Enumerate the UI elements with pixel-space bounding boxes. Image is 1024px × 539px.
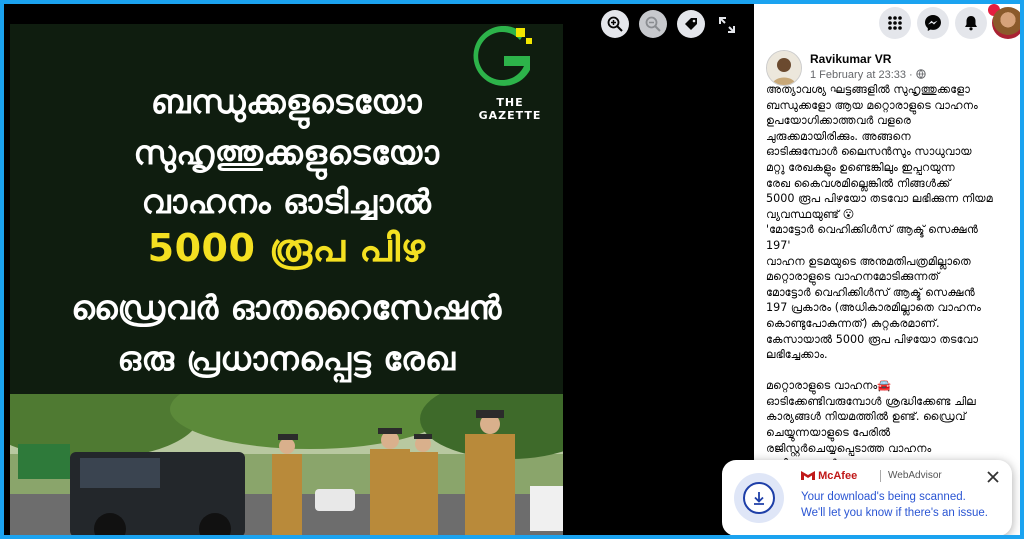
author-name[interactable]: Ravikumar VR xyxy=(810,52,891,66)
top-navigation xyxy=(754,4,1020,40)
mcafee-download-toast[interactable]: McAfee WebAdvisor Your download's being … xyxy=(722,460,1012,535)
post-image[interactable]: ബന്ധുക്കളുടെയോ സുഹൃത്തുക്കളുടെയോ വാഹനം ഓ… xyxy=(10,24,563,535)
image-headline-panel: ബന്ധുക്കളുടെയോ സുഹൃത്തുക്കളുടെയോ വാഹനം ഓ… xyxy=(10,24,563,394)
gazette-g-icon xyxy=(473,26,532,86)
tag-icon xyxy=(685,18,697,30)
author-avatar[interactable] xyxy=(766,50,802,86)
post-timestamp[interactable]: 1 February at 23:33 · xyxy=(810,69,926,81)
close-icon[interactable] xyxy=(985,469,1001,485)
headline-line-6: ഒരു പ്രധാനപ്പെട്ട രേഖ xyxy=(117,339,456,378)
download-icon xyxy=(743,482,775,514)
mcafee-brand: McAfee xyxy=(801,469,857,482)
bell-icon xyxy=(965,16,977,31)
zoom-out-button[interactable] xyxy=(639,10,667,38)
account-avatar[interactable] xyxy=(992,7,1020,39)
post-paragraph-1: അത്യാവശ്യ ഘട്ടങ്ങളിൽ സുഹൃത്തുക്കളോ ബന്ധു… xyxy=(766,83,993,362)
messenger-icon xyxy=(925,15,941,31)
post-time-text: 1 February at 23:33 · xyxy=(810,69,916,81)
mcafee-logo-icon xyxy=(801,471,815,480)
toast-message-2: We'll let you know if there's an issue. xyxy=(801,507,988,519)
headline-line-5: ഡ്രൈവർ ഓതറൈസേഷൻ xyxy=(71,288,502,327)
headline-line-3: വാഹനം ഓടിച്ചാൽ xyxy=(141,182,432,221)
menu-grid-icon xyxy=(888,16,902,30)
zoom-in-button[interactable] xyxy=(601,10,629,38)
download-arrow-icon xyxy=(754,492,764,505)
zoom-out-icon xyxy=(645,16,661,32)
notifications-button[interactable] xyxy=(955,7,987,39)
toast-product-name: WebAdvisor xyxy=(888,470,942,481)
mcafee-brand-text: McAfee xyxy=(818,470,858,482)
zoom-in-icon xyxy=(607,16,623,32)
street-photo xyxy=(10,394,563,535)
globe-icon xyxy=(916,69,926,79)
toast-message-1: Your download's being scanned. xyxy=(801,491,966,503)
post-side-panel: Ravikumar VR 1 February at 23:33 · അത്യാ… xyxy=(754,4,1020,535)
download-scan-badge xyxy=(734,473,784,523)
headline-line-2: സുഹൃത്തുക്കളുടെയോ xyxy=(133,133,440,172)
messenger-button[interactable] xyxy=(917,7,949,39)
photo-viewer: ബന്ധുക്കളുടെയോ സുഹൃത്തുക്കളുടെയോ വാഹനം ഓ… xyxy=(4,4,754,535)
expand-icon[interactable] xyxy=(716,14,738,36)
headline-fine-amount: 5000 രൂപ പിഴ xyxy=(147,226,426,270)
tag-photo-button[interactable] xyxy=(677,10,705,38)
toast-divider xyxy=(880,470,881,482)
gazette-logo-text: THE GAZETTE xyxy=(478,96,542,122)
author-photo-icon xyxy=(767,51,801,85)
post-header: Ravikumar VR 1 February at 23:33 · xyxy=(766,50,1016,86)
post-paragraph-2: മറ്റൊരാളുടെ വാഹനം🚘 ഓടിക്കേണ്ടിവരുമ്പോൾ ശ… xyxy=(766,379,976,470)
gazette-logo: THE GAZETTE xyxy=(470,26,550,136)
menu-button[interactable] xyxy=(879,7,911,39)
screen-frame: ബന്ധുക്കളുടെയോ സുഹൃത്തുക്കളുടെയോ വാഹനം ഓ… xyxy=(0,0,1024,539)
